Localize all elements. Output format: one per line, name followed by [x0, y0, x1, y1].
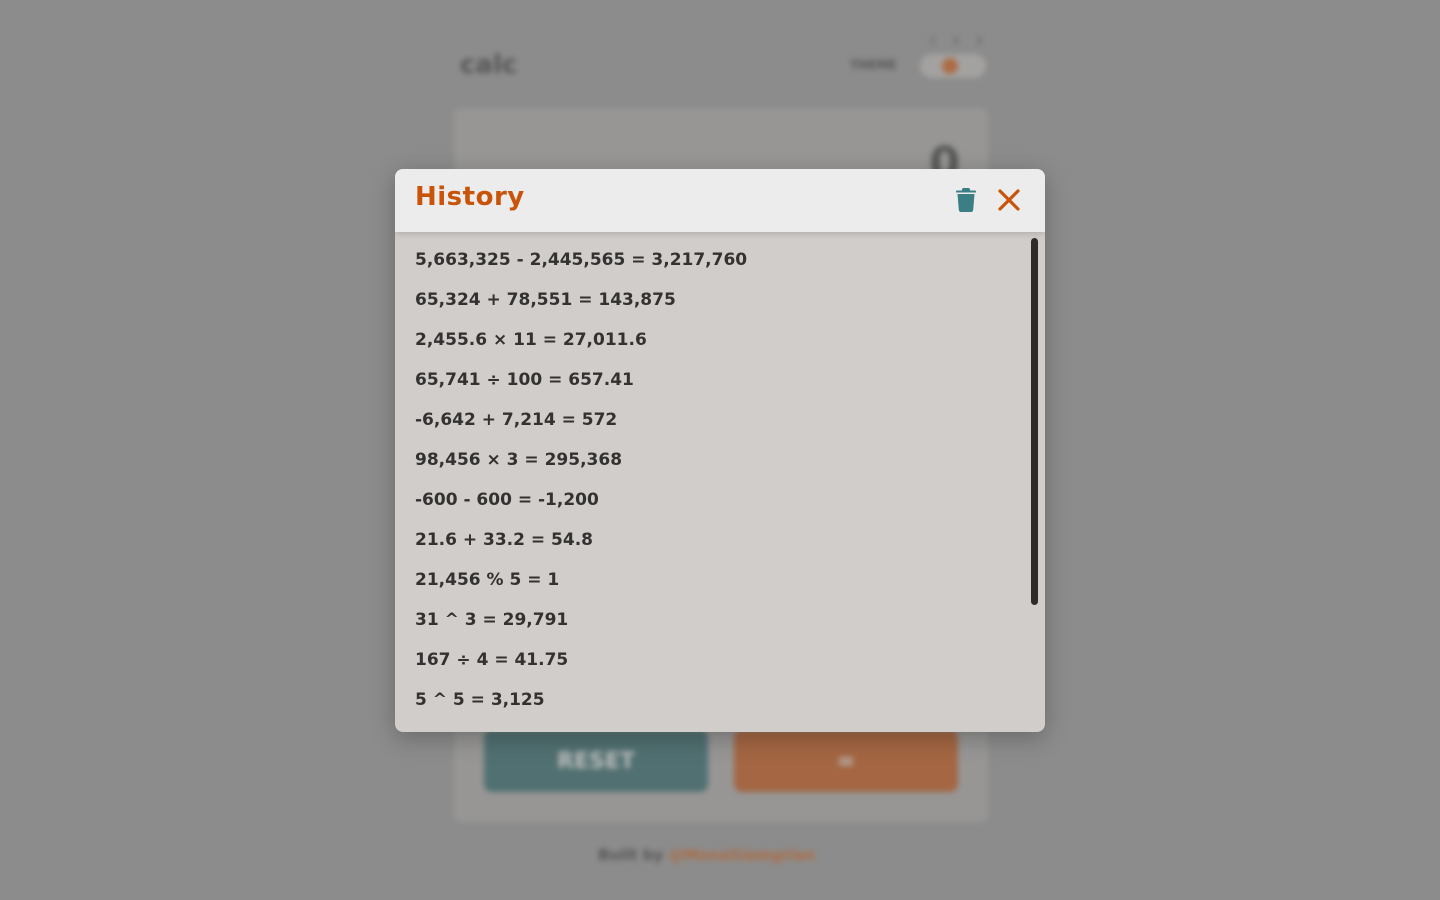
- scrollbar-thumb[interactable]: [1031, 238, 1038, 605]
- history-item[interactable]: 2,455.6 × 11 = 27,011.6: [415, 326, 1045, 366]
- equals-button[interactable]: =: [734, 730, 958, 792]
- history-item[interactable]: 98,456 × 3 = 295,368: [415, 446, 1045, 486]
- history-item[interactable]: 31 ^ 3 = 29,791: [415, 606, 1045, 646]
- modal-title: History: [415, 182, 525, 212]
- history-item[interactable]: 167 ÷ 4 = 41.75: [415, 646, 1045, 686]
- theme-number-3: 3: [975, 36, 983, 47]
- history-item[interactable]: 65,324 + 78,551 = 143,875: [415, 286, 1045, 326]
- history-item[interactable]: 21,456 % 5 = 1: [415, 566, 1045, 606]
- history-item[interactable]: 21.6 + 33.2 = 54.8: [415, 526, 1045, 566]
- history-modal: History 5,663,325 - 2,445,565 = 3,217,76…: [395, 169, 1045, 732]
- theme-toggle[interactable]: [920, 54, 986, 78]
- clear-history-button[interactable]: [953, 187, 979, 213]
- history-item[interactable]: -600 - 600 = -1,200: [415, 486, 1045, 526]
- theme-toggle-knob: [942, 58, 958, 74]
- history-list: 5,663,325 - 2,445,565 = 3,217,760 65,324…: [395, 232, 1045, 726]
- attribution-link[interactable]: @MonaSiamgrian: [669, 846, 816, 864]
- theme-number-1: 1: [929, 36, 937, 47]
- history-item[interactable]: -6,642 + 7,214 = 572: [415, 406, 1045, 446]
- attribution: Built by @MonaSiamgrian: [598, 846, 848, 872]
- history-item[interactable]: 5,663,325 - 2,445,565 = 3,217,760: [415, 246, 1045, 286]
- close-icon: [998, 189, 1020, 211]
- theme-numbers: 1 2 3: [928, 36, 984, 47]
- close-modal-button[interactable]: [996, 187, 1022, 213]
- history-scroll-area[interactable]: 5,663,325 - 2,445,565 = 3,217,760 65,324…: [395, 232, 1045, 732]
- app-logo: calc: [460, 50, 518, 80]
- history-item[interactable]: 5 ^ 5 = 3,125: [415, 686, 1045, 726]
- calculator-header: calc THEME 1 2 3: [460, 36, 988, 86]
- attribution-prefix: Built by: [598, 846, 664, 864]
- trash-icon: [956, 188, 976, 212]
- history-item[interactable]: 65,741 ÷ 100 = 657.41: [415, 366, 1045, 406]
- theme-label: THEME: [850, 58, 897, 72]
- reset-button[interactable]: RESET: [484, 730, 708, 792]
- modal-header: History: [395, 169, 1045, 232]
- theme-number-2: 2: [952, 36, 960, 47]
- scrollbar[interactable]: [1031, 238, 1039, 726]
